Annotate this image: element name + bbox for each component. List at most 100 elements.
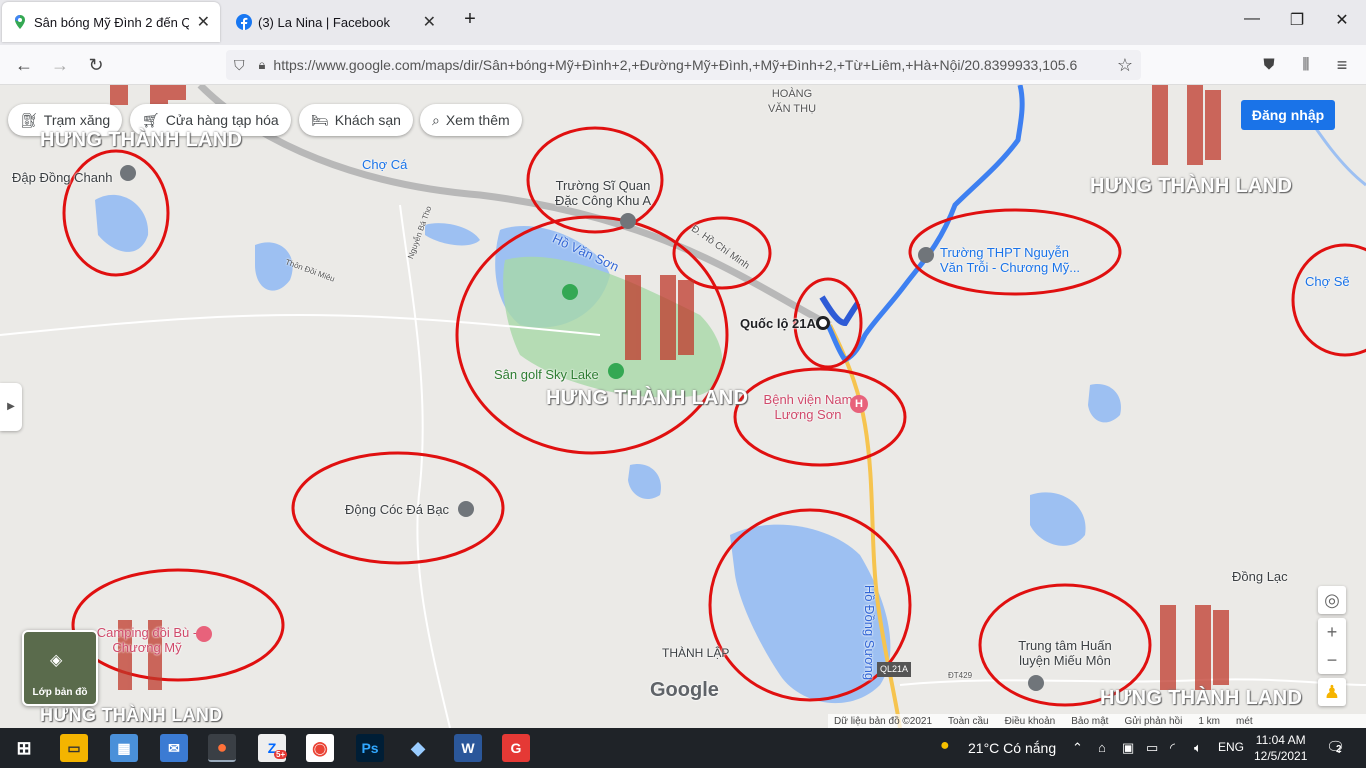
- windows-start-icon[interactable]: ⊞: [10, 734, 38, 762]
- tab-strip: Sân bóng Mỹ Đình 2 đến QL21A ✕ (3) La Ni…: [0, 0, 1366, 45]
- url-bar[interactable]: ⛉ 🔒︎ https://www.google.com/maps/dir/Sân…: [226, 50, 1141, 80]
- wifi-icon[interactable]: ◜: [1170, 740, 1175, 756]
- place-label[interactable]: Trường Sĩ Quan Đặc Công Khu A: [548, 178, 658, 208]
- clock[interactable]: 11:04 AM 12/5/2021: [1254, 732, 1307, 764]
- terms-link[interactable]: Điều khoản: [1005, 716, 1056, 727]
- menu-icon[interactable]: ≡: [1330, 53, 1354, 77]
- chip-label: Trạm xăng: [43, 112, 111, 128]
- watermark-text: HƯNG THÀNH LAND: [546, 387, 749, 409]
- firefox-icon[interactable]: ●: [208, 734, 236, 762]
- language-indicator[interactable]: ENG: [1218, 740, 1244, 754]
- navigation-bar: ← → ↻ ⛉ 🔒︎ https://www.google.com/maps/d…: [0, 45, 1366, 85]
- place-label[interactable]: Chợ Sẽ: [1305, 274, 1350, 289]
- watermark-text: HƯNG THÀNH LAND: [40, 705, 223, 725]
- url-text[interactable]: https://www.google.com/maps/dir/Sân+bóng…: [273, 57, 1077, 73]
- highway-shield: QL21A: [877, 662, 912, 677]
- battery-icon[interactable]: ▭: [1146, 740, 1158, 756]
- layers-label: Lớp bản đồ: [32, 687, 88, 698]
- volume-icon[interactable]: 🔈︎: [1194, 740, 1202, 756]
- chip-label: Cửa hàng tạp hóa: [165, 112, 279, 128]
- reload-icon[interactable]: ↻: [84, 53, 108, 77]
- zoom-in-button[interactable]: +: [1318, 618, 1346, 646]
- clock-date: 12/5/2021: [1254, 749, 1308, 763]
- restore-icon[interactable]: ❐: [1285, 10, 1309, 30]
- place-label[interactable]: Đập Đồng Chanh: [12, 170, 112, 185]
- layers-button[interactable]: ◈ Lớp bản đồ: [22, 630, 98, 706]
- clock-time: 11:04 AM: [1255, 733, 1306, 747]
- golf-pin-icon[interactable]: [608, 363, 624, 379]
- tray-network-icon[interactable]: ⌂: [1098, 740, 1106, 755]
- layers-icon: ◈: [50, 652, 63, 669]
- word-icon[interactable]: W: [454, 734, 482, 762]
- scale-unit[interactable]: mét: [1236, 716, 1253, 727]
- close-window-icon[interactable]: ✕: [1330, 10, 1354, 30]
- mail-icon[interactable]: ✉: [160, 734, 188, 762]
- watermark-text: HƯNG THÀNH LAND: [1100, 687, 1303, 709]
- store-icon[interactable]: ▦: [110, 734, 138, 762]
- close-tab-icon[interactable]: ✕: [423, 12, 436, 32]
- windows-taskbar: ⊞ ▭ ▦ ✉ ● Z 5+ ◉ Ps ◆ W G ● 21°C Có nắng …: [0, 728, 1366, 768]
- map-canvas[interactable]: ⛽︎ Trạm xăng 🛒︎ Cửa hàng tạp hóa 🛏︎ Khách s…: [0, 85, 1366, 728]
- hospital-pin-icon[interactable]: H: [850, 395, 868, 413]
- chip-hotel[interactable]: 🛏︎ Khách sạn: [299, 104, 413, 136]
- bookmark-star-icon[interactable]: ☆: [1113, 53, 1137, 77]
- place-label[interactable]: Động Cóc Đá Bạc: [345, 502, 449, 517]
- zalo-icon[interactable]: Z 5+: [258, 734, 288, 762]
- new-tab-icon[interactable]: +: [458, 8, 482, 31]
- watermark-text: HƯNG THÀNH LAND: [40, 129, 243, 151]
- shield-icon[interactable]: ⛉: [234, 57, 245, 74]
- destination-marker-icon[interactable]: [816, 316, 830, 330]
- my-location-button[interactable]: ◎: [1318, 586, 1346, 614]
- place-label[interactable]: Bệnh viện Nam Lương Sơn: [758, 392, 858, 422]
- zoom-controls: + −: [1318, 618, 1346, 674]
- global-link[interactable]: Toàn cầu: [948, 716, 989, 727]
- scale-label[interactable]: 1 km: [1198, 716, 1220, 727]
- feedback-link[interactable]: Gửi phản hồi: [1124, 716, 1182, 727]
- chip-more[interactable]: ⌕ Xem thêm: [420, 104, 522, 136]
- chip-label: Xem thêm: [445, 112, 510, 128]
- destination-label[interactable]: Quốc lộ 21A: [740, 316, 816, 331]
- place-pin-icon[interactable]: [120, 165, 136, 181]
- gas-station-icon: ⛽︎: [20, 111, 38, 128]
- close-tab-icon[interactable]: ✕: [197, 12, 210, 32]
- zoom-out-button[interactable]: −: [1318, 646, 1346, 674]
- lock-icon[interactable]: 🔒︎: [259, 57, 266, 73]
- zalo-badge: 5+: [274, 750, 288, 759]
- sign-in-button[interactable]: Đăng nhập: [1241, 100, 1335, 130]
- library-icon[interactable]: ⫼: [1294, 53, 1318, 77]
- privacy-link[interactable]: Bảo mật: [1071, 716, 1108, 727]
- place-label[interactable]: Trường THPT Nguyễn Văn Trỗi - Chương Mỹ.…: [940, 245, 1090, 275]
- tab-maps[interactable]: Sân bóng Mỹ Đình 2 đến QL21A ✕: [2, 2, 220, 42]
- place-label[interactable]: Trung tâm Huấn luyện Miếu Môn: [1010, 638, 1120, 668]
- photoshop-icon[interactable]: Ps: [356, 734, 384, 762]
- notification-center-icon[interactable]: 🗨︎ 2: [1326, 738, 1345, 756]
- golf-pin-icon[interactable]: [562, 284, 578, 300]
- expand-panel-icon[interactable]: ▶: [0, 383, 22, 431]
- place-label[interactable]: Sân golf Sky Lake: [494, 367, 599, 382]
- place-pin-icon[interactable]: [458, 501, 474, 517]
- place-pin-icon[interactable]: [1028, 675, 1044, 691]
- back-icon[interactable]: ←: [12, 53, 36, 77]
- forward-icon[interactable]: →: [48, 53, 72, 77]
- place-label[interactable]: Camping đồi Bù - Chương Mỹ: [92, 625, 202, 655]
- weather-text[interactable]: 21°C Có nắng: [968, 740, 1056, 756]
- lake-label: Hồ Đồng Sương: [862, 584, 878, 681]
- hotel-pin-icon[interactable]: [196, 626, 212, 642]
- tray-app-icon[interactable]: ▣: [1122, 740, 1134, 756]
- minimize-icon[interactable]: —: [1240, 10, 1264, 28]
- pegman-icon[interactable]: ♟: [1318, 678, 1346, 706]
- pocket-icon[interactable]: ⛊: [1257, 53, 1281, 77]
- remote-desktop-icon[interactable]: ◆: [404, 734, 432, 762]
- google-maps-pin-icon: [12, 14, 28, 30]
- app-g-icon[interactable]: G: [502, 734, 530, 762]
- file-explorer-icon[interactable]: ▭: [60, 734, 88, 762]
- school-pin-icon[interactable]: [620, 213, 636, 229]
- map-attribution: Dữ liệu bản đồ ©2021 Toàn cầu Điều khoản…: [828, 714, 1366, 728]
- chrome-icon[interactable]: ◉: [306, 734, 334, 762]
- tab-facebook[interactable]: (3) La Nina | Facebook ✕: [226, 2, 446, 42]
- bed-icon: 🛏︎: [311, 111, 329, 128]
- chevron-up-icon[interactable]: ⌃: [1072, 740, 1083, 756]
- school-pin-icon[interactable]: [918, 247, 934, 263]
- sun-icon[interactable]: ●: [940, 737, 950, 755]
- place-label[interactable]: Chợ Cá: [362, 157, 407, 172]
